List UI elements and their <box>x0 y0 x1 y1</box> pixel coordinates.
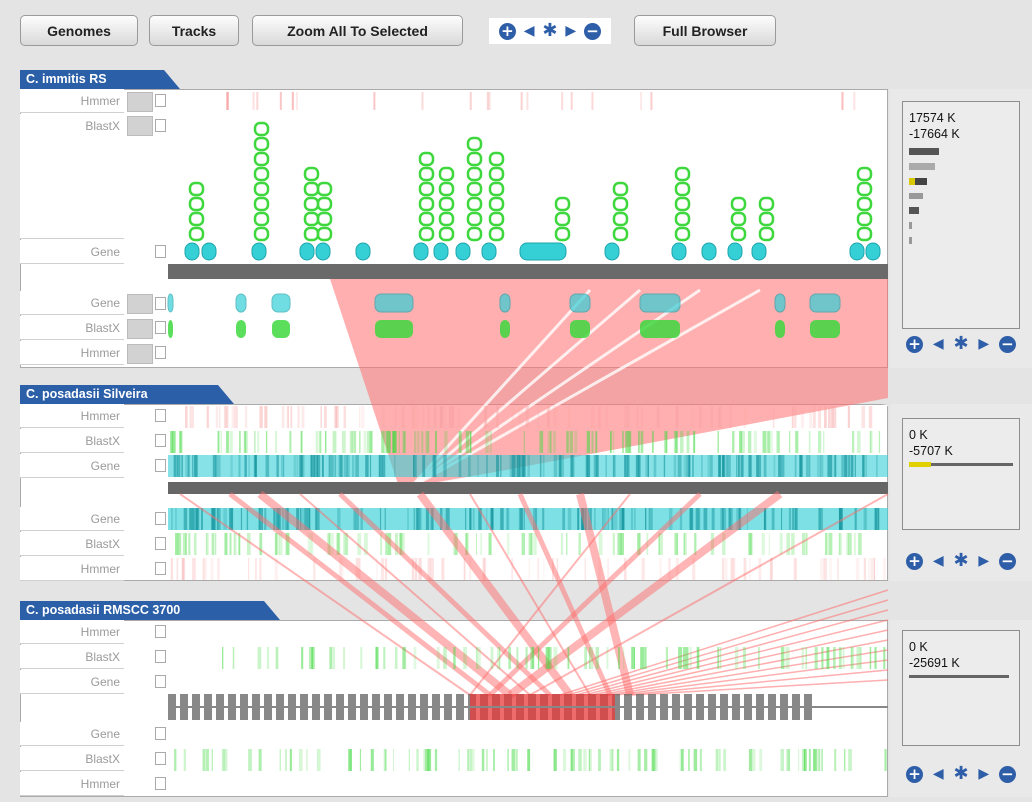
genome-panel-rmscc <box>20 620 888 797</box>
range-start: 0 K <box>909 428 928 442</box>
zoom-out-icon[interactable]: − <box>584 22 602 40</box>
range-end: -17664 K <box>909 127 960 141</box>
track-label-hmmer: Hmmer <box>20 341 124 365</box>
track-label-gene: Gene <box>20 722 124 746</box>
track-scroll-control[interactable] <box>127 92 153 112</box>
track-toggle-checkbox[interactable] <box>155 245 166 258</box>
reset-icon[interactable]: ✱ <box>953 765 968 783</box>
track-toggle-checkbox[interactable] <box>155 346 166 359</box>
pan-right-icon[interactable]: ▶ <box>978 767 989 781</box>
track-label-gene: Gene <box>20 240 124 264</box>
track-label-gene: Gene <box>20 507 124 531</box>
track-toggle-checkbox[interactable] <box>155 321 166 334</box>
global-nav-controls: + ◀ ✱ ▶ − <box>489 18 611 44</box>
track-label-hmmer: Hmmer <box>20 404 124 428</box>
genome-panel-silveira <box>20 404 888 581</box>
track-label-blastx: BlastX <box>20 429 124 453</box>
track-scroll-control[interactable] <box>127 294 153 314</box>
track-toggle-checkbox[interactable] <box>155 625 166 638</box>
zoom-in-icon[interactable]: + <box>906 765 923 783</box>
track-scroll-control[interactable] <box>127 116 153 136</box>
reset-icon[interactable]: ✱ <box>953 335 968 353</box>
full-browser-button[interactable]: Full Browser <box>634 15 776 46</box>
pan-right-icon[interactable]: ▶ <box>978 337 989 351</box>
tracks-button[interactable]: Tracks <box>149 15 239 46</box>
track-toggle-checkbox[interactable] <box>155 459 166 472</box>
panel-nav-controls: + ◀ ✱ ▶ − <box>906 763 1016 785</box>
zoom-out-icon[interactable]: − <box>998 552 1016 570</box>
track-label-gene: Gene <box>20 454 124 478</box>
reset-icon[interactable]: ✱ <box>542 22 557 40</box>
track-label-hmmer: Hmmer <box>20 89 124 113</box>
panel-nav-controls: + ◀ ✱ ▶ − <box>906 333 1016 355</box>
track-scroll-control[interactable] <box>127 319 153 339</box>
genomes-button[interactable]: Genomes <box>20 15 138 46</box>
zoom-in-icon[interactable]: + <box>906 552 923 570</box>
panel-title: C. posadasii RMSCC 3700 <box>20 601 280 620</box>
track-toggle-checkbox[interactable] <box>155 94 166 107</box>
track-toggle-checkbox[interactable] <box>155 409 166 422</box>
track-toggle-checkbox[interactable] <box>155 562 166 575</box>
zoom-out-icon[interactable]: − <box>998 335 1016 353</box>
track-toggle-checkbox[interactable] <box>155 119 166 132</box>
range-info-box: 17574 K -17664 K <box>902 101 1020 329</box>
panel-title: C. immitis RS <box>20 70 180 89</box>
pan-left-icon[interactable]: ◀ <box>933 554 944 568</box>
pan-left-icon[interactable]: ◀ <box>933 337 944 351</box>
track-label-gene: Gene <box>20 291 124 315</box>
range-start: 0 K <box>909 640 928 654</box>
zoom-in-icon[interactable]: + <box>906 335 923 353</box>
track-toggle-checkbox[interactable] <box>155 650 166 663</box>
track-toggle-checkbox[interactable] <box>155 777 166 790</box>
track-scroll-control[interactable] <box>127 344 153 364</box>
pan-left-icon[interactable]: ◀ <box>933 767 944 781</box>
pan-left-icon[interactable]: ◀ <box>524 24 535 38</box>
panel-title: C. posadasii Silveira <box>20 385 234 404</box>
range-info-box: 0 K -5707 K <box>902 418 1020 530</box>
zoom-in-icon[interactable]: + <box>498 22 516 40</box>
zoom-all-to-selected-button[interactable]: Zoom All To Selected <box>252 15 463 46</box>
track-toggle-checkbox[interactable] <box>155 727 166 740</box>
track-toggle-checkbox[interactable] <box>155 675 166 688</box>
range-info-box: 0 K -25691 K <box>902 630 1020 746</box>
track-label-blastx: BlastX <box>20 645 124 669</box>
range-start: 17574 K <box>909 111 956 125</box>
range-end: -5707 K <box>909 444 953 458</box>
track-toggle-checkbox[interactable] <box>155 434 166 447</box>
track-label-blastx: BlastX <box>20 532 124 556</box>
toolbar: Genomes Tracks Zoom All To Selected + ◀ … <box>0 0 1032 62</box>
reset-icon[interactable]: ✱ <box>953 552 968 570</box>
range-end: -25691 K <box>909 656 960 670</box>
track-label-blastx: BlastX <box>20 747 124 771</box>
track-label-gene: Gene <box>20 670 124 694</box>
track-label-hmmer: Hmmer <box>20 620 124 644</box>
track-toggle-checkbox[interactable] <box>155 297 166 310</box>
track-label-hmmer: Hmmer <box>20 772 124 796</box>
track-label-blastx: BlastX <box>20 114 124 239</box>
track-toggle-checkbox[interactable] <box>155 537 166 550</box>
track-label-blastx: BlastX <box>20 316 124 340</box>
track-label-hmmer: Hmmer <box>20 557 124 581</box>
track-toggle-checkbox[interactable] <box>155 752 166 765</box>
zoom-out-icon[interactable]: − <box>998 765 1016 783</box>
panel-nav-controls: + ◀ ✱ ▶ − <box>906 550 1016 572</box>
pan-right-icon[interactable]: ▶ <box>978 554 989 568</box>
track-toggle-checkbox[interactable] <box>155 512 166 525</box>
pan-right-icon[interactable]: ▶ <box>565 24 576 38</box>
